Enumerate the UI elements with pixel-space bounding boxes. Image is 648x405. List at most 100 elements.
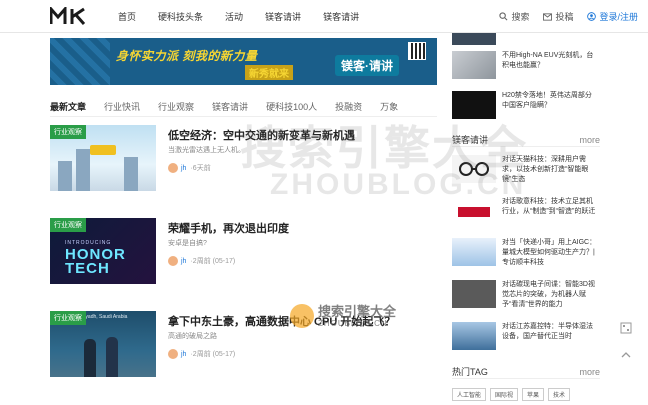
back-to-top-icon[interactable] xyxy=(620,349,632,361)
person-shape xyxy=(106,337,118,377)
section-header-mk-talk: 镁客请讲 more xyxy=(452,133,600,147)
article-title[interactable]: 荣耀手机，再次退出印度 xyxy=(168,220,289,236)
article-meta: jh · 6天前 xyxy=(168,163,211,173)
tab-industry-news[interactable]: 行业快讯 xyxy=(104,100,140,113)
thumbnail-headline: HONOR TECH xyxy=(65,246,126,277)
site-logo[interactable] xyxy=(50,7,96,25)
article-meta: jh · 2周前 (05-17) xyxy=(168,349,235,359)
drone-shape xyxy=(90,145,116,155)
site-header: 首页 硬科技头条 活动 镁客请讲 镁客请讲 搜索 投稿 登录/注册 xyxy=(0,0,648,33)
sidebar-thumbnail[interactable] xyxy=(452,33,496,45)
nav-home[interactable]: 首页 xyxy=(118,10,136,23)
nav-mk-talk[interactable]: 镁客请讲 xyxy=(265,10,301,23)
tag-chip[interactable]: 国际视 xyxy=(490,388,519,401)
sidebar-interview-title[interactable]: 对话歌意科技：技术立足其机行业，从“制造”到“智造”的跃迁 xyxy=(502,197,598,217)
building-shape xyxy=(76,149,90,191)
sidebar-news-item[interactable]: H20禁令落地！英伟达周部分中国客户隐瞒？ xyxy=(452,91,600,119)
mail-icon xyxy=(543,12,553,21)
tag-chip[interactable]: 苹果 xyxy=(522,388,545,401)
sidebar-interview-item[interactable]: 对当「快递小哥」用上AIGC：量城大模型如何驱动生产力？| 专访顺丰科技 xyxy=(452,238,600,266)
main-nav: 首页 硬科技头条 活动 镁客请讲 镁客请讲 xyxy=(118,0,381,33)
watermark-stamp: 搜索引擎大全 ZHOUBLOG.CN xyxy=(290,304,396,328)
article-author[interactable]: jh xyxy=(181,258,186,265)
article-tag[interactable]: 行业观察 xyxy=(50,218,86,232)
tab-industry-watch[interactable]: 行业观察 xyxy=(158,100,194,113)
sidebar-interview-title[interactable]: 对话碳现电子间谍：智能3D视觉芯片的突破，为机器人赋予“看清”世界的能力 xyxy=(502,280,598,310)
nav-hardtech-headlines[interactable]: 硬科技头条 xyxy=(158,10,203,23)
article-author[interactable]: jh xyxy=(181,165,186,172)
article-tag[interactable]: 行业观察 xyxy=(50,125,86,139)
article-meta: jh · 2周前 (05-17) xyxy=(168,256,235,266)
hot-tag-list: 人工智能 国际视 苹果 技术 xyxy=(452,388,574,401)
building-shape xyxy=(58,161,72,191)
sidebar-interview-item[interactable]: 对话碳现电子间谍：智能3D视觉芯片的突破，为机器人赋予“看清”世界的能力 xyxy=(452,280,600,308)
sidebar-interview-title[interactable]: 对当「快递小哥」用上AIGC：量城大模型如何驱动生产力？| 专访顺丰科技 xyxy=(502,238,598,268)
article-time: 2周前 (05-17) xyxy=(192,258,236,265)
sidebar-interview-item[interactable]: 对话天猫科技：深耕用户需求，以技术创新打造“智能眼镜”生态 xyxy=(452,155,600,183)
tab-mk-talk[interactable]: 镁客请讲 xyxy=(212,100,248,113)
more-link[interactable]: more xyxy=(579,367,600,377)
article-subtitle: 当激光雷达遇上无人机。 xyxy=(168,147,245,154)
sidebar-news-title[interactable]: H20禁令落地！英伟达周部分中国客户隐瞒？ xyxy=(502,91,598,111)
sidebar-thumbnail[interactable] xyxy=(452,91,496,119)
nav-mk-talk-2[interactable]: 镁客请讲 xyxy=(323,10,359,23)
article-author[interactable]: jh xyxy=(181,351,186,358)
article-subtitle: 安卓是自搞? xyxy=(168,240,207,247)
sidebar-interview-title[interactable]: 对话江苏嘉控特：半导体湿法设备，国产替代正当时 xyxy=(502,322,598,342)
sidebar-thumbnail[interactable] xyxy=(452,155,496,183)
category-tabs: 最新文章 行业快讯 行业观察 镁客请讲 硬科技100人 投融资 万象 xyxy=(50,97,437,117)
tab-hardtech-100[interactable]: 硬科技100人 xyxy=(266,100,317,113)
nav-events[interactable]: 活动 xyxy=(225,10,243,23)
article-item[interactable]: 行业观察 低空经济：空中交通的新变革与新机遇 当激光雷达遇上无人机。 jh · … xyxy=(50,125,437,191)
stamp-title: 搜索引擎大全 xyxy=(318,303,397,319)
avatar xyxy=(168,256,178,266)
user-icon xyxy=(587,12,597,21)
header-actions: 搜索 投稿 登录/注册 xyxy=(485,0,638,33)
tag-chip[interactable]: 人工智能 xyxy=(452,388,487,401)
article-thumbnail[interactable]: 行业观察 xyxy=(50,125,156,191)
sidebar-interview-title[interactable]: 对话天猫科技：深耕用户需求，以技术创新打造“智能眼镜”生态 xyxy=(502,155,598,185)
sidebar-thumbnail[interactable] xyxy=(452,280,496,308)
article-tag[interactable]: 行业观察 xyxy=(50,311,86,325)
article-subtitle: 高通的破局之路 xyxy=(168,333,217,340)
submit-button[interactable]: 投稿 xyxy=(543,10,573,23)
magnifier-icon xyxy=(290,304,314,328)
article-item[interactable]: INTRODUCING HONOR TECH 行业观察 荣耀手机，再次退出印度 … xyxy=(50,218,437,284)
tag-chip[interactable]: 技术 xyxy=(548,388,571,401)
tab-latest[interactable]: 最新文章 xyxy=(50,100,86,113)
qr-code-icon[interactable] xyxy=(620,322,632,334)
section-title: 镁客请讲 xyxy=(452,135,489,145)
sidebar-news-item[interactable]: 不用High-NA EUV光刻机，台积电也能赢？ xyxy=(452,51,600,79)
article-time: 6天前 xyxy=(192,165,211,172)
article-title[interactable]: 低空经济：空中交通的新变革与新机遇 xyxy=(168,127,355,143)
promo-banner[interactable]: 身怀实力派 刻我的新力量 新秀就来 镁客·请讲 xyxy=(50,38,437,85)
article-thumbnail[interactable]: INTRODUCING HONOR TECH 行业观察 xyxy=(50,218,156,284)
sidebar-news-title[interactable]: 不用High-NA EUV光刻机，台积电也能赢？ xyxy=(502,51,598,71)
person-shape xyxy=(84,339,96,377)
company-logo xyxy=(458,207,490,217)
search-label: 搜索 xyxy=(511,12,530,22)
avatar xyxy=(168,349,178,359)
banner-slogan: 身怀实力派 刻我的新力量 xyxy=(116,49,258,63)
login-label: 登录/注册 xyxy=(599,12,638,22)
search-button[interactable]: 搜索 xyxy=(499,10,529,23)
sidebar-news-item[interactable] xyxy=(452,33,600,45)
submit-label: 投稿 xyxy=(555,12,574,22)
more-link[interactable]: more xyxy=(579,135,600,145)
banner-decoration xyxy=(50,38,110,85)
banner-subtitle: 新秀就来 xyxy=(245,65,293,80)
sidebar-thumbnail[interactable] xyxy=(452,322,496,350)
floating-toolbar xyxy=(620,322,634,376)
article-thumbnail[interactable]: | Riyadh, Saudi Arabia 行业观察 xyxy=(50,311,156,377)
tab-misc[interactable]: 万象 xyxy=(380,100,398,113)
login-button[interactable]: 登录/注册 xyxy=(587,10,638,23)
sidebar-interview-item[interactable]: 对话歌意科技：技术立足其机行业，从“制造”到“智造”的跃迁 xyxy=(452,197,600,225)
stamp-subtitle: ZHOUBLOG.CN xyxy=(318,318,388,328)
article-time: 2周前 (05-17) xyxy=(192,351,236,358)
tab-investment[interactable]: 投融资 xyxy=(335,100,362,113)
sidebar-interview-item[interactable]: 对话江苏嘉控特：半导体湿法设备，国产替代正当时 xyxy=(452,322,600,350)
sidebar-thumbnail[interactable] xyxy=(452,238,496,266)
sidebar-thumbnail[interactable] xyxy=(452,51,496,79)
sidebar-thumbnail[interactable] xyxy=(452,197,496,225)
building-shape xyxy=(124,157,138,191)
